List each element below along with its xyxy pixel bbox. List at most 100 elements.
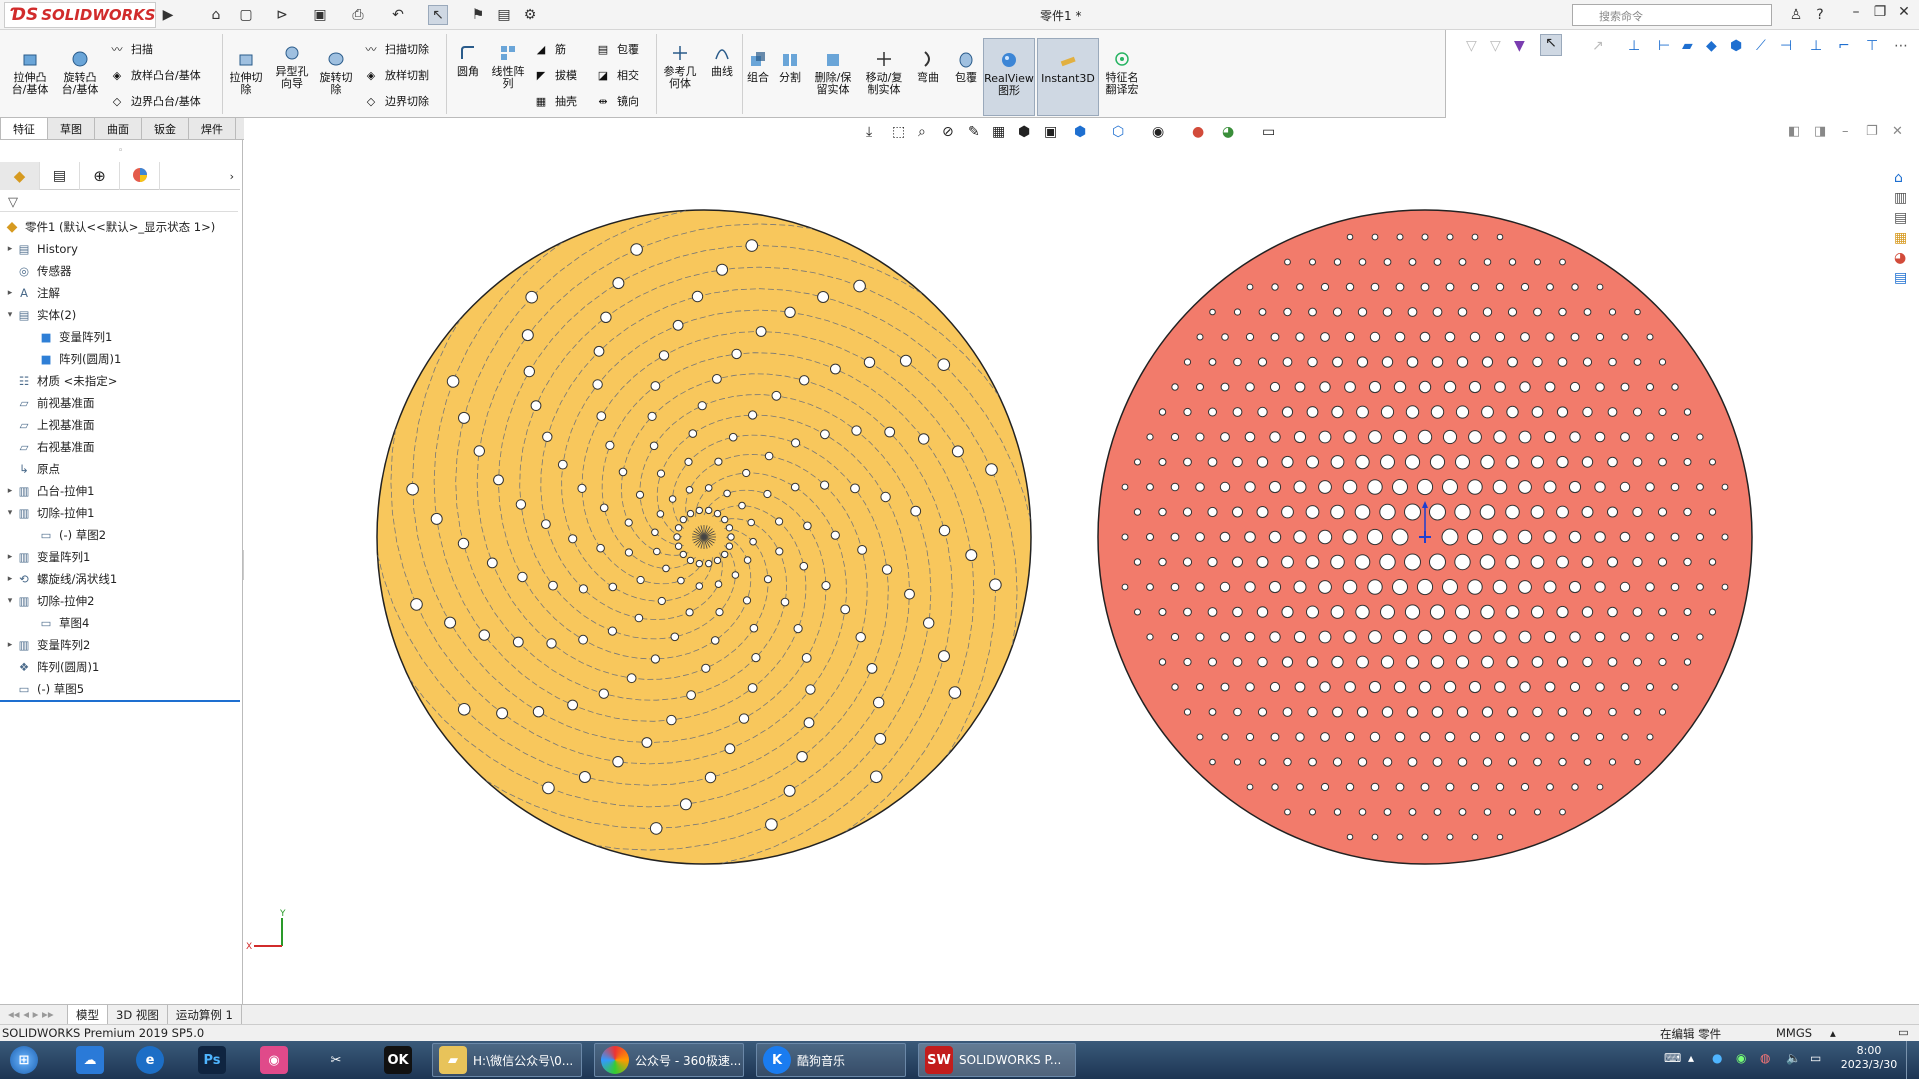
tree-item[interactable]: ■ 阵列(圆周)1 bbox=[26, 348, 122, 370]
open-icon[interactable]: ⊳ bbox=[272, 5, 292, 25]
taskbar-window-explorer[interactable]: ▰ H:\微信公众号\0... bbox=[432, 1043, 582, 1077]
tree-item[interactable]: ■ 变量阵列1 bbox=[26, 326, 113, 348]
custom-properties-icon[interactable]: ▤ bbox=[1894, 270, 1916, 286]
bottom-tab-1[interactable]: 3D 视图 bbox=[108, 1005, 168, 1025]
measure-icon[interactable]: ⟋ bbox=[1756, 38, 1766, 54]
tree-item[interactable]: ▸ ▤ History bbox=[4, 238, 78, 260]
tree-item[interactable]: ▱ 前视基准面 bbox=[4, 392, 95, 414]
save-icon[interactable]: ▣ bbox=[310, 5, 330, 25]
view-orient-icon[interactable]: ◆ bbox=[1706, 38, 1717, 54]
dimension-icon[interactable]: ⊣ bbox=[1780, 38, 1792, 54]
tree-item[interactable]: ▭ (-) 草图5 bbox=[4, 678, 85, 700]
appearances-icon[interactable]: ◕ bbox=[1894, 250, 1916, 266]
tree-item[interactable]: ▭ 草图4 bbox=[26, 612, 90, 634]
feature-manager-tab[interactable]: ◆ bbox=[0, 162, 40, 190]
tree-item[interactable]: ▸ ⟲ 螺旋线/涡状线1 bbox=[4, 568, 117, 590]
bottom-tab-2[interactable]: 运动算例 1 bbox=[168, 1005, 242, 1025]
help-icon[interactable]: ? bbox=[1810, 5, 1830, 25]
tree-filter-row[interactable]: ▽ bbox=[0, 192, 238, 212]
filter-edges-icon[interactable]: ▽ bbox=[1490, 38, 1501, 54]
tab-4[interactable]: 焊件 bbox=[188, 118, 236, 140]
tree-item[interactable]: ▾ ▤ 实体(2) bbox=[4, 304, 77, 326]
tree-item[interactable]: ▸ ▥ 凸台-拉伸1 bbox=[4, 480, 95, 502]
expand-arrow-icon[interactable]: ▸ bbox=[4, 574, 16, 584]
search-input[interactable]: 搜索命令 bbox=[1572, 4, 1772, 26]
status-chat-icon[interactable]: ▭ bbox=[1898, 1025, 1909, 1039]
spiral-hole-disc[interactable] bbox=[369, 202, 1039, 872]
file-properties-icon[interactable]: ▤ bbox=[494, 5, 514, 25]
tree-item[interactable]: ◎ 传感器 bbox=[4, 260, 72, 282]
shell-button[interactable]: ▦ 抽壳 bbox=[532, 92, 577, 110]
sweep-cut-button[interactable]: 〰扫描切除 bbox=[362, 40, 430, 58]
bottom-tab-0[interactable]: 模型 bbox=[68, 1005, 108, 1025]
tree-filter-icon[interactable]: ▽ bbox=[8, 195, 18, 210]
tab-2[interactable]: 曲面 bbox=[94, 118, 142, 140]
split-button[interactable]: 分割 bbox=[776, 48, 804, 84]
expand-arrow-icon[interactable]: ▸ bbox=[4, 244, 16, 254]
configuration-manager-tab[interactable]: ⊕ bbox=[80, 162, 120, 190]
delete-keep-body-button[interactable]: 删除/保 留实体 bbox=[812, 48, 854, 96]
tree-item[interactable]: ▾ ▥ 切除-拉伸2 bbox=[4, 590, 95, 612]
display-manager-tab[interactable] bbox=[120, 162, 160, 190]
view-palette-icon[interactable]: ▦ bbox=[1894, 230, 1916, 246]
expand-toolbar-icon[interactable]: ⋯ bbox=[1894, 38, 1908, 54]
close-icon[interactable]: ✕ bbox=[1893, 4, 1915, 24]
wrap-feature-button[interactable]: 包覆 bbox=[950, 48, 982, 84]
wrap-button[interactable]: ▤ 包覆 bbox=[594, 40, 639, 58]
draft-button[interactable]: ◤ 拔模 bbox=[532, 66, 577, 84]
tab-3[interactable]: 钣金 bbox=[141, 118, 189, 140]
cube-icon[interactable]: ⬢ bbox=[1730, 38, 1742, 54]
tree-item[interactable]: ▱ 右视基准面 bbox=[4, 436, 95, 458]
restore-icon[interactable]: ❐ bbox=[1869, 4, 1891, 24]
relation-icon[interactable]: ⊥ bbox=[1810, 38, 1822, 54]
network-icon[interactable]: ▭ bbox=[1810, 1051, 1821, 1065]
panel-gripper[interactable]: ◦ bbox=[118, 146, 123, 156]
tree-item[interactable]: ▸ ▥ 变量阵列2 bbox=[4, 634, 91, 656]
boundary-boss-button[interactable]: ◇ 边界凸台/基体 bbox=[108, 92, 201, 110]
select-tool-icon[interactable]: ↖ bbox=[1540, 34, 1562, 56]
menu-arrow-icon[interactable]: ▶ bbox=[158, 5, 178, 25]
loft-boss-button[interactable]: ◈ 放样凸台/基体 bbox=[108, 66, 201, 84]
revolve-boss-button[interactable]: 旋转凸 台/基体 bbox=[58, 48, 102, 96]
undo-icon[interactable]: ↶ bbox=[388, 5, 408, 25]
expand-arrow-icon[interactable]: ▾ bbox=[4, 508, 16, 518]
kugou-tray-icon[interactable]: ● bbox=[1712, 1051, 1722, 1065]
combine-button[interactable]: 组合 bbox=[744, 48, 772, 84]
tree-item[interactable]: ❖ 阵列(圆周)1 bbox=[4, 656, 99, 678]
tray-app-icon[interactable]: ◉ bbox=[1736, 1051, 1746, 1065]
tree-item[interactable]: ▸ ▥ 变量阵列1 bbox=[4, 546, 91, 568]
plane-icon[interactable]: ▰ bbox=[1682, 38, 1693, 54]
home-icon[interactable]: ⌂ bbox=[206, 5, 226, 25]
linear-pattern-button[interactable]: 线性阵 列 bbox=[488, 42, 528, 90]
design-library-icon[interactable]: ▥ bbox=[1894, 190, 1916, 206]
extrude-cut-button[interactable]: 拉伸切 除 bbox=[226, 48, 266, 96]
axis-icon[interactable]: ⊢ bbox=[1658, 38, 1670, 54]
expand-arrow-icon[interactable]: ▸ bbox=[4, 640, 16, 650]
start-button[interactable]: ⊞ bbox=[4, 1043, 38, 1077]
clock[interactable]: 8:00 2023/3/30 bbox=[1838, 1044, 1900, 1072]
volume-icon[interactable]: 🔈 bbox=[1786, 1051, 1801, 1065]
user-icon[interactable]: ♙ bbox=[1786, 5, 1806, 25]
tree-item[interactable]: ▾ ▥ 切除-拉伸1 bbox=[4, 502, 95, 524]
security-tray-icon[interactable]: ◍ bbox=[1760, 1051, 1770, 1065]
tree-item[interactable]: ↳ 原点 bbox=[4, 458, 60, 480]
tab-scroll-arrows[interactable]: ◂◂ ◂ ▸ ▸▸ bbox=[0, 1005, 68, 1025]
solidworks-logo[interactable]: ƊS SOLIDWORKS bbox=[4, 2, 156, 28]
solidworks-resources-icon[interactable]: ⌂ bbox=[1894, 170, 1916, 186]
taskbar-app-browser[interactable]: e bbox=[130, 1043, 164, 1077]
loft-cut-button[interactable]: ◈ 放样切割 bbox=[362, 66, 429, 84]
hole-wizard-button[interactable]: 异型孔 向导 bbox=[270, 42, 314, 90]
minimize-icon[interactable]: – bbox=[1845, 4, 1867, 24]
taskbar-app-ok[interactable]: OK bbox=[378, 1043, 412, 1077]
panel-expand-arrow[interactable]: › bbox=[160, 162, 240, 190]
taskbar-window-360[interactable]: 公众号 - 360极速... bbox=[594, 1043, 744, 1077]
viewport-close-icon[interactable]: ✕ bbox=[1892, 124, 1903, 139]
tree-item[interactable]: ▸ A 注解 bbox=[4, 282, 60, 304]
corner-icon[interactable]: ⌐ bbox=[1838, 38, 1850, 54]
select-icon[interactable]: ↖ bbox=[428, 5, 448, 25]
reference-geometry-button[interactable]: 参考几 何体 bbox=[660, 42, 700, 90]
taskbar-window-solidworks[interactable]: SW SOLIDWORKS P... bbox=[918, 1043, 1076, 1077]
flex-button[interactable]: 弯曲 bbox=[912, 48, 944, 84]
taskbar-app-baidu[interactable]: ☁ bbox=[70, 1043, 104, 1077]
file-explorer-icon[interactable]: ▤ bbox=[1894, 210, 1916, 226]
